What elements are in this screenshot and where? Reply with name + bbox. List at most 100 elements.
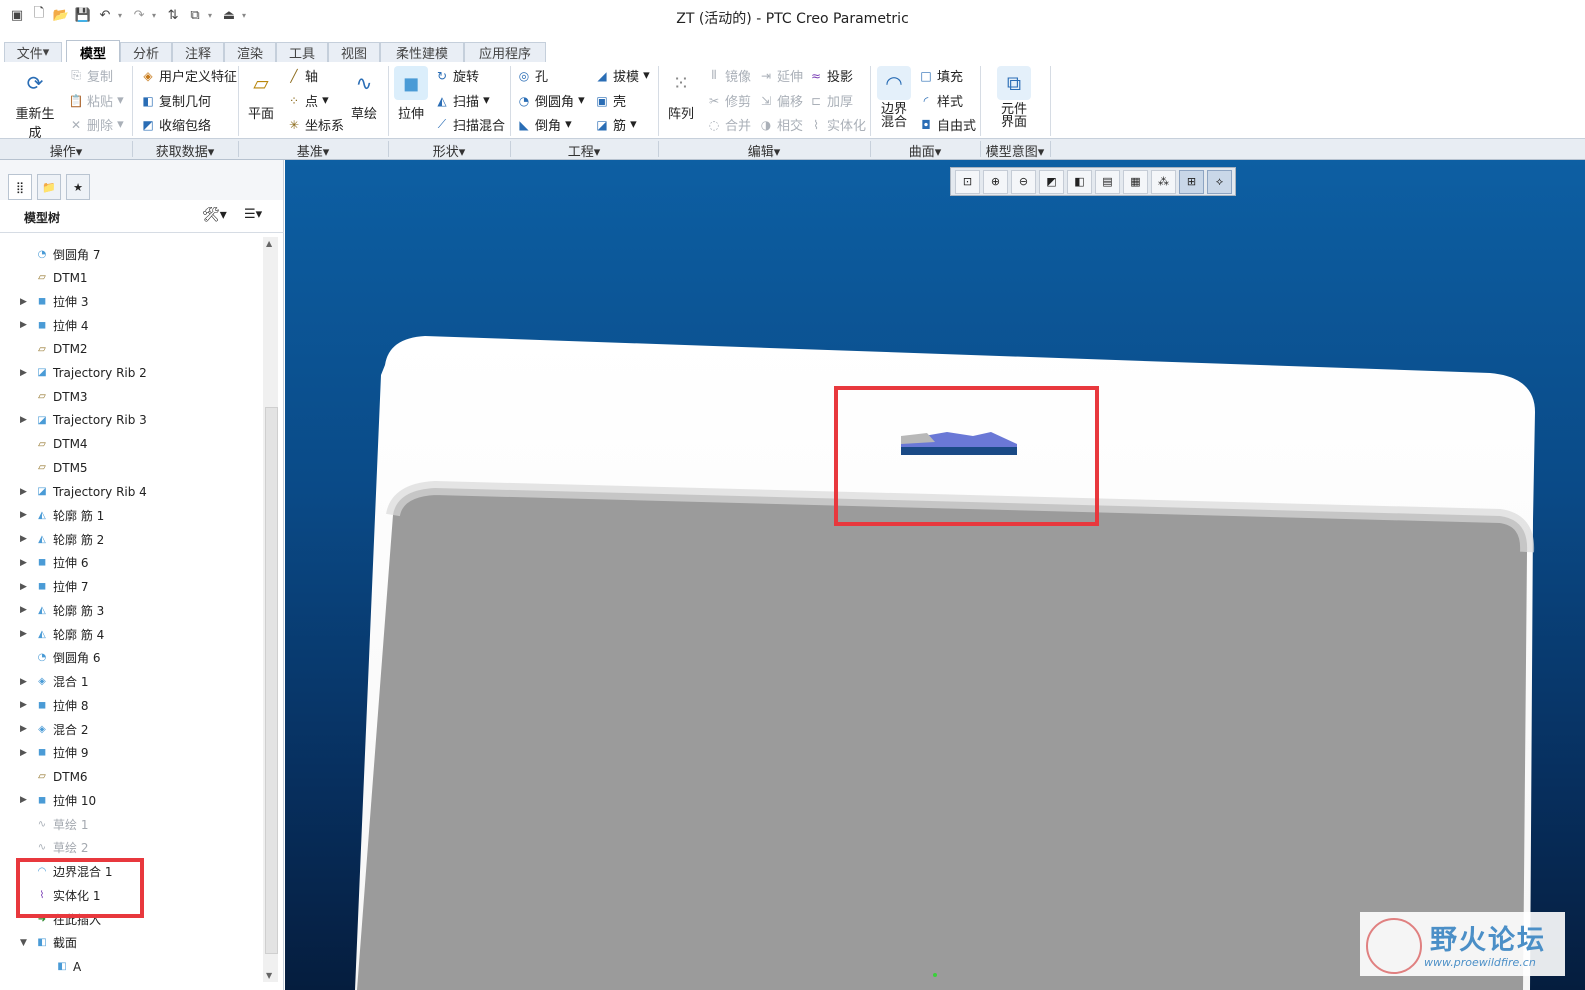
- tree-item[interactable]: ▶ ◭ 轮廓 筋 1: [0, 504, 262, 526]
- intersect-button[interactable]: ◑ 相交: [758, 115, 803, 135]
- freestyle-button[interactable]: ◘ 自由式: [918, 115, 976, 135]
- tab-flexible-modeling[interactable]: 柔性建模: [380, 42, 464, 62]
- trim-button[interactable]: ✂ 修剪: [706, 91, 751, 111]
- expand-arrow-icon[interactable]: ▶: [20, 487, 30, 497]
- style-button[interactable]: ◜ 样式: [918, 91, 963, 111]
- tree-item[interactable]: ◔ 倒圆角 6: [0, 647, 262, 669]
- swept-blend-button[interactable]: ⟋ 扫描混合: [434, 115, 505, 134]
- datum-display-icon[interactable]: ⊞: [1179, 169, 1204, 194]
- group-editing[interactable]: 编辑▾: [658, 141, 871, 160]
- expand-arrow-icon[interactable]: ▶: [20, 795, 30, 805]
- tree-scrollbar-thumb[interactable]: [265, 407, 278, 954]
- tree-item[interactable]: ▶ ◼ 拉伸 4: [0, 314, 262, 336]
- expand-arrow-icon[interactable]: ▶: [20, 605, 30, 615]
- axis-button[interactable]: ╱ 轴: [286, 66, 318, 86]
- sketch-button[interactable]: ∿ 草绘: [346, 66, 382, 122]
- extend-button[interactable]: ⇥ 延伸: [758, 66, 803, 86]
- perspective-icon[interactable]: ⁂: [1151, 169, 1176, 194]
- tree-item[interactable]: ▶ ◭ 轮廓 筋 4: [0, 623, 262, 645]
- tab-analysis[interactable]: 分析: [120, 42, 172, 62]
- scroll-up-icon[interactable]: ▲: [266, 239, 272, 248]
- group-operations[interactable]: 操作▾: [0, 141, 133, 160]
- tree-item[interactable]: ▶ ◈ 混合 2: [0, 718, 262, 740]
- chamfer-button[interactable]: ◣ 倒角 ▾: [516, 115, 571, 134]
- tab-applications[interactable]: 应用程序: [464, 42, 546, 62]
- folder-browser-tab-icon[interactable]: 📁: [37, 174, 61, 200]
- tab-annotate[interactable]: 注释: [172, 42, 224, 62]
- zoom-in-icon[interactable]: ⊕: [983, 169, 1008, 194]
- saved-orientations-icon[interactable]: ▤: [1095, 169, 1120, 194]
- tree-item[interactable]: ▱ DTM6: [0, 766, 262, 788]
- tree-item[interactable]: ▶ ◼ 拉伸 7: [0, 576, 262, 598]
- tree-item[interactable]: ▶ ◼ 拉伸 3: [0, 291, 262, 313]
- tree-item[interactable]: ▶ ◪ Trajectory Rib 3: [0, 409, 262, 431]
- model-tree-tab-icon[interactable]: ⣿: [8, 174, 32, 200]
- tab-view[interactable]: 视图: [328, 42, 380, 62]
- boundary-blend-button[interactable]: ◠ 边界混合: [876, 66, 912, 129]
- tree-item[interactable]: ▱ DTM1: [0, 267, 262, 289]
- zoom-out-icon[interactable]: ⊖: [1011, 169, 1036, 194]
- expand-arrow-icon[interactable]: ▶: [20, 415, 30, 425]
- expand-arrow-icon[interactable]: ▶: [20, 724, 30, 734]
- tree-item[interactable]: ▶ ◭ 轮廓 筋 2: [0, 528, 262, 550]
- favorites-tab-icon[interactable]: ★: [66, 174, 90, 200]
- tree-scrollbar[interactable]: ▲ ▼: [263, 237, 278, 982]
- expand-arrow-icon[interactable]: ▶: [20, 629, 30, 639]
- tree-item[interactable]: ▶ ◪ Trajectory Rib 2: [0, 362, 262, 384]
- group-engineering[interactable]: 工程▾: [510, 141, 659, 160]
- graphics-viewport[interactable]: ⊡ ⊕ ⊖ ◩ ◧ ▤ ▦ ⁂ ⊞ ⟡: [285, 160, 1585, 990]
- tree-item[interactable]: ∿ 草绘 1: [0, 813, 262, 835]
- scroll-down-icon[interactable]: ▼: [266, 971, 272, 980]
- udf-button[interactable]: ◈ 用户定义特征: [140, 66, 237, 86]
- tree-item[interactable]: ∿ 草绘 2: [0, 837, 262, 859]
- collapse-arrow-icon[interactable]: ▼: [20, 938, 30, 948]
- tree-item[interactable]: ▱ DTM4: [0, 433, 262, 455]
- component-interface-button[interactable]: ⧉ 元件界面: [996, 66, 1032, 129]
- paste-button[interactable]: 📋 粘贴 ▾: [68, 91, 124, 110]
- extrude-button[interactable]: ◼ 拉伸: [394, 66, 428, 122]
- copy-button[interactable]: ⎘ 复制: [68, 66, 113, 85]
- tab-file[interactable]: 文件 ▾: [4, 42, 62, 62]
- tab-model[interactable]: 模型: [66, 40, 120, 63]
- group-model-intent[interactable]: 模型意图▾: [980, 141, 1051, 160]
- group-datum[interactable]: 基准▾: [238, 141, 389, 160]
- tab-tools[interactable]: 工具: [276, 42, 328, 62]
- group-shapes[interactable]: 形状▾: [388, 141, 511, 160]
- expand-arrow-icon[interactable]: ▶: [20, 510, 30, 520]
- shell-button[interactable]: ▣ 壳: [594, 91, 626, 111]
- expand-arrow-icon[interactable]: ▶: [20, 582, 30, 592]
- expand-arrow-icon[interactable]: ▶: [20, 677, 30, 687]
- delete-button[interactable]: ✕ 删除 ▾: [68, 115, 124, 134]
- project-button[interactable]: ≈ 投影: [808, 66, 853, 86]
- expand-arrow-icon[interactable]: ▶: [20, 558, 30, 568]
- copy-geometry-button[interactable]: ◧ 复制几何: [140, 91, 211, 111]
- tree-item[interactable]: ▶ ◭ 轮廓 筋 3: [0, 599, 262, 621]
- refit-icon[interactable]: ⊡: [955, 169, 980, 194]
- tree-item[interactable]: ▶ ◼ 拉伸 10: [0, 789, 262, 811]
- plane-button[interactable]: ▱ 平面: [244, 66, 278, 122]
- tree-item[interactable]: ▶ ◈ 混合 1: [0, 671, 262, 693]
- thicken-button[interactable]: ⊏ 加厚: [808, 91, 853, 111]
- tree-item[interactable]: ▼ ◧ 截面: [0, 932, 262, 954]
- expand-arrow-icon[interactable]: ▶: [20, 368, 30, 378]
- repaint-icon[interactable]: ◩: [1039, 169, 1064, 194]
- tab-render[interactable]: 渲染: [224, 42, 276, 62]
- tree-item[interactable]: ▶ ◼ 拉伸 6: [0, 552, 262, 574]
- expand-arrow-icon[interactable]: ▶: [20, 534, 30, 544]
- expand-arrow-icon[interactable]: ▶: [20, 320, 30, 330]
- view-manager-icon[interactable]: ▦: [1123, 169, 1148, 194]
- annotation-display-icon[interactable]: ⟡: [1207, 169, 1232, 194]
- tree-item[interactable]: ▱ DTM5: [0, 457, 262, 479]
- shrinkwrap-button[interactable]: ◩ 收缩包络: [140, 115, 211, 135]
- round-button[interactable]: ◔ 倒圆角 ▾: [516, 91, 585, 110]
- tree-item[interactable]: ▱ DTM2: [0, 338, 262, 360]
- group-get-data[interactable]: 获取数据▾: [132, 141, 239, 160]
- tree-item[interactable]: ▶ ◪ Trajectory Rib 4: [0, 481, 262, 503]
- tree-item[interactable]: ▱ DTM3: [0, 386, 262, 408]
- rib-button[interactable]: ◪ 筋 ▾: [594, 115, 636, 134]
- tree-item[interactable]: ◧ A: [0, 956, 262, 978]
- draft-button[interactable]: ◢ 拔模 ▾: [594, 66, 649, 85]
- revolve-button[interactable]: ↻ 旋转: [434, 66, 479, 86]
- tree-item[interactable]: ▶ ◼ 拉伸 9: [0, 742, 262, 764]
- show-menu-icon[interactable]: ☰▾: [244, 207, 262, 222]
